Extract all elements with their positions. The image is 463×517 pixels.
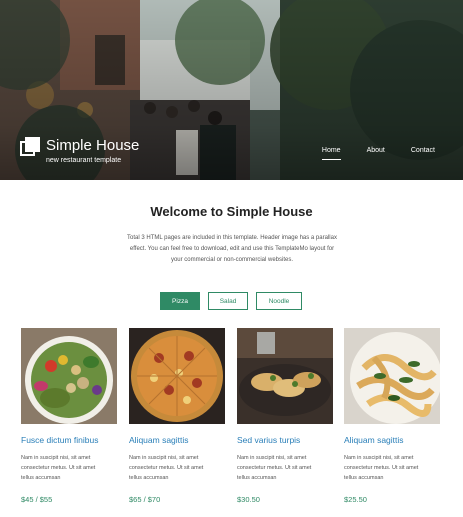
- menu-item-description: Nam in suscipit nisi, sit amet consectet…: [237, 453, 333, 483]
- tab-salad[interactable]: Salad: [208, 292, 248, 310]
- menu-card: Aliquam sagittis Nam in suscipit nisi, s…: [344, 328, 440, 504]
- menu-item-title[interactable]: Sed varius turpis: [237, 435, 333, 445]
- desc-line: consectetur metus. Ut sit amet: [21, 465, 96, 471]
- desc-line: consectetur metus. Ut sit amet: [129, 465, 204, 471]
- desc-line: tellus accumsan: [237, 475, 277, 481]
- menu-item-price: $30.50: [237, 495, 260, 504]
- menu-item-title[interactable]: Fusce dictum finibus: [21, 435, 117, 445]
- desc-line: tellus accumsan: [21, 475, 61, 481]
- desc-line: Nam in suscipit nisi, sit amet: [237, 455, 307, 461]
- site-title: Simple House: [46, 137, 140, 154]
- menu-item-price: $25.50: [344, 495, 367, 504]
- desc-line: tellus accumsan: [344, 475, 384, 481]
- main-nav: Home About Contact: [296, 147, 435, 160]
- nav-about-link[interactable]: About: [367, 147, 385, 160]
- welcome-line: effect. You can feel free to download, e…: [129, 246, 335, 252]
- menu-item-price: $45 / $55: [21, 495, 53, 504]
- welcome-line: your commercial or non-commercial websit…: [170, 257, 294, 263]
- desc-line: consectetur metus. Ut sit amet: [344, 465, 419, 471]
- logo-icon: [20, 137, 40, 159]
- menu-category-tabs: Pizza Salad Noodle: [160, 292, 302, 310]
- pasta-image[interactable]: [344, 328, 440, 424]
- site-brand[interactable]: Simple House new restaurant template: [20, 137, 139, 164]
- welcome-line: Total 3 HTML pages are included in this …: [127, 235, 337, 241]
- menu-card: Aliquam sagittis Nam in suscipit nisi, s…: [129, 328, 225, 504]
- tab-noodle[interactable]: Noodle: [256, 292, 302, 310]
- sandwich-plate-image[interactable]: [237, 328, 333, 424]
- menu-card: Fusce dictum finibus Nam in suscipit nis…: [21, 328, 117, 504]
- site-tagline: new restaurant template: [46, 157, 122, 164]
- menu-item-description: Nam in suscipit nisi, sit amet consectet…: [21, 453, 117, 483]
- desc-line: Nam in suscipit nisi, sit amet: [21, 455, 91, 461]
- hero-header: Simple House new restaurant template Hom…: [0, 0, 463, 180]
- desc-line: Nam in suscipit nisi, sit amet: [129, 455, 199, 461]
- desc-line: tellus accumsan: [129, 475, 169, 481]
- menu-item-description: Nam in suscipit nisi, sit amet consectet…: [344, 453, 440, 483]
- desc-line: consectetur metus. Ut sit amet: [237, 465, 312, 471]
- salad-bowl-image[interactable]: [21, 328, 117, 424]
- menu-card: Sed varius turpis Nam in suscipit nisi, …: [237, 328, 333, 504]
- tab-pizza[interactable]: Pizza: [160, 292, 200, 310]
- menu-item-description: Nam in suscipit nisi, sit amet consectet…: [129, 453, 225, 483]
- pizza-image[interactable]: [129, 328, 225, 424]
- welcome-description: Total 3 HTML pages are included in this …: [108, 233, 356, 266]
- menu-item-title[interactable]: Aliquam sagittis: [129, 435, 225, 445]
- nav-contact-link[interactable]: Contact: [411, 147, 435, 160]
- menu-item-title[interactable]: Aliquam sagittis: [344, 435, 440, 445]
- welcome-heading: Welcome to Simple House: [150, 204, 313, 219]
- nav-home-link[interactable]: Home: [321, 147, 341, 160]
- menu-item-price: $65 / $70: [129, 495, 161, 504]
- desc-line: Nam in suscipit nisi, sit amet: [344, 455, 414, 461]
